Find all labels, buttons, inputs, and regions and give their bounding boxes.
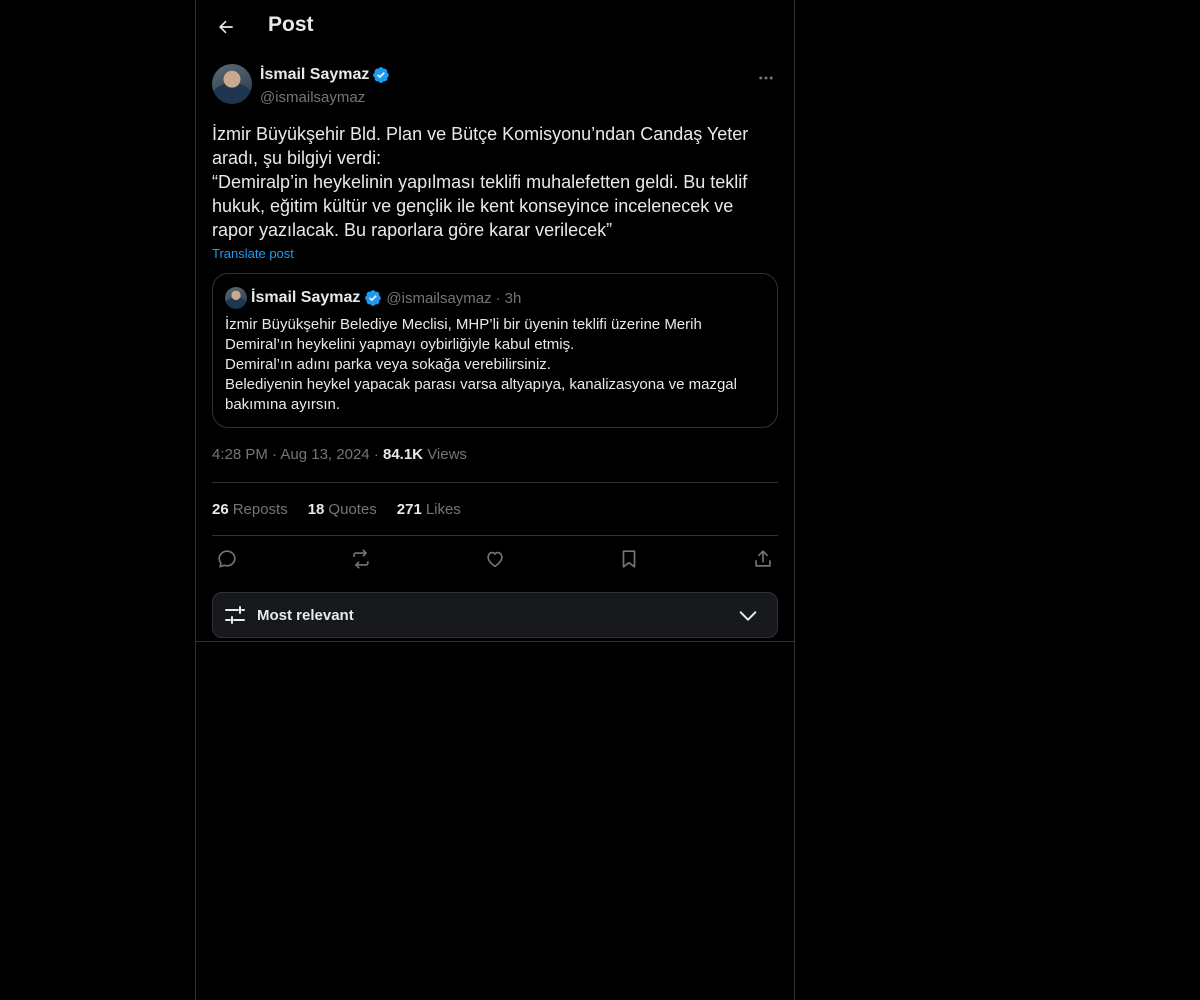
author-handle[interactable]: @ismailsaymaz xyxy=(260,89,365,106)
repost-button[interactable] xyxy=(350,548,372,570)
translate-post-link[interactable]: Translate post xyxy=(212,246,294,261)
post-meta: 4:28 PM · Aug 13, 2024 · 84.1K Views xyxy=(212,446,778,466)
reposts-label: Reposts xyxy=(232,500,288,518)
chevron-down-icon xyxy=(739,611,757,621)
sort-label: Most relevant xyxy=(257,606,354,624)
quoted-author-name: İsmail Saymaz xyxy=(251,289,361,306)
share-icon xyxy=(755,550,771,567)
verified-badge-icon xyxy=(365,290,382,306)
more-icon xyxy=(759,76,773,80)
author-name-link[interactable]: İsmail Saymaz xyxy=(260,66,390,84)
reply-button[interactable] xyxy=(216,548,238,570)
likes-stat[interactable]: 271 Likes xyxy=(397,501,461,518)
quotes-count: 18 xyxy=(307,500,325,518)
post-text: İzmir Büyükşehir Bld. Plan ve Bütçe Komi… xyxy=(212,124,749,240)
author-row: İsmail Saymaz @ismailsaymaz xyxy=(212,64,778,116)
post: İsmail Saymaz @ismailsaymaz İzmir Büyükş… xyxy=(196,64,794,638)
likes-count: 271 xyxy=(396,500,422,518)
bookmark-button[interactable] xyxy=(618,548,640,570)
divider xyxy=(196,641,794,642)
quoted-post-time: 3h xyxy=(504,289,522,307)
post-time[interactable]: 4:28 PM xyxy=(212,446,268,463)
back-button[interactable] xyxy=(208,9,244,45)
post-date[interactable]: Aug 13, 2024 xyxy=(280,446,369,463)
quotes-label: Quotes xyxy=(328,500,377,518)
reply-sort-dropdown[interactable]: Most relevant xyxy=(212,592,778,638)
quoted-post-header: İsmail Saymaz @ismailsaymaz · 3h xyxy=(225,286,765,310)
views-count: 84.1K xyxy=(382,446,424,463)
quoted-post-text: İzmir Büyükşehir Belediye Meclisi, MHP’l… xyxy=(225,316,737,413)
action-bar xyxy=(212,536,778,582)
verified-badge-icon xyxy=(373,67,390,83)
likes-label: Likes xyxy=(425,500,461,518)
separator-dot: · xyxy=(495,289,501,307)
bookmark-icon xyxy=(622,550,636,568)
author-name: İsmail Saymaz xyxy=(260,66,370,83)
quotes-stat[interactable]: 18 Quotes xyxy=(308,501,377,518)
more-button[interactable] xyxy=(754,66,778,90)
share-button[interactable] xyxy=(752,548,774,570)
sliders-icon xyxy=(225,606,245,624)
separator-dot: · xyxy=(272,446,278,463)
main-column: Post İsmail Saymaz @ismailsaymaz İzmir B… xyxy=(195,0,795,1000)
separator-dot: · xyxy=(373,446,379,463)
quoted-author-handle: @ismailsaymaz xyxy=(386,289,492,307)
page-title: Post xyxy=(268,13,314,36)
back-arrow-icon xyxy=(219,20,233,34)
engagement-stats: 26 Reposts 18 Quotes 271 Likes xyxy=(212,483,778,535)
quoted-avatar xyxy=(225,287,247,309)
repost-icon xyxy=(353,549,369,569)
reply-icon xyxy=(218,550,236,568)
reposts-count: 26 xyxy=(212,500,229,518)
like-button[interactable] xyxy=(484,548,506,570)
top-bar: Post xyxy=(196,0,794,54)
views-label: Views xyxy=(427,446,467,463)
avatar[interactable] xyxy=(212,64,252,104)
like-icon xyxy=(487,551,503,568)
quoted-post[interactable]: İsmail Saymaz @ismailsaymaz · 3h İzmir B… xyxy=(212,273,778,428)
reposts-stat[interactable]: 26 Reposts xyxy=(212,501,288,518)
